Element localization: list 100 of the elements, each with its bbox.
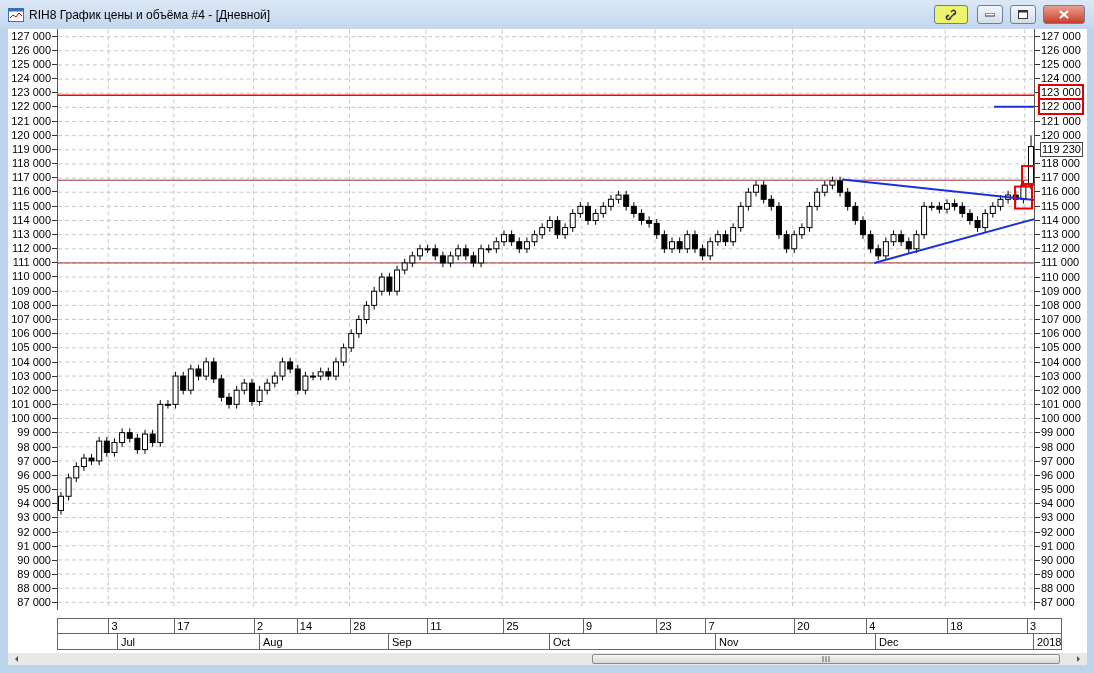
price-label: 124 000: [10, 72, 52, 86]
month-label: Jul: [117, 634, 136, 649]
price-label: 91 000: [1040, 539, 1076, 553]
price-label: 111 000: [1040, 256, 1081, 270]
day-label: 14: [299, 619, 313, 633]
price-label: 92 000: [1040, 525, 1076, 539]
month-label: Nov: [715, 634, 739, 649]
price-label: 117 000: [11, 171, 52, 185]
price-label: 126 000: [10, 43, 52, 57]
price-label: 102 000: [10, 383, 52, 397]
price-label: 103 000: [1040, 369, 1082, 383]
price-label: 117 000: [1040, 171, 1081, 185]
price-label: 96 000: [16, 468, 52, 482]
price-label: 98 000: [16, 440, 52, 454]
price-label: 113 000: [1040, 228, 1081, 241]
price-label: 126 000: [1040, 43, 1082, 57]
price-label: 99 000: [1040, 426, 1076, 440]
price-label: 123 000: [10, 86, 52, 100]
price-label: 93 000: [1040, 511, 1076, 525]
day-label: 17: [177, 619, 190, 633]
price-label: 92 000: [16, 525, 52, 539]
price-label: 89 000: [1040, 568, 1076, 582]
price-label: 95 000: [1040, 483, 1076, 497]
price-label: 120 000: [1040, 128, 1082, 142]
price-label: 120 000: [10, 128, 52, 142]
price-label: 115 000: [11, 199, 52, 213]
price-label: 121 000: [10, 114, 52, 128]
day-label: 2: [256, 619, 264, 633]
price-label: 110 000: [11, 270, 52, 284]
price-label: 100 000: [1040, 412, 1082, 426]
day-label: 3: [111, 619, 118, 633]
price-label: 122 000: [10, 100, 52, 114]
day-label: 11: [430, 619, 442, 633]
price-label: 116 000: [1040, 185, 1081, 199]
month-label: Aug: [259, 634, 283, 649]
price-label: 104 000: [1040, 355, 1082, 369]
price-label: 90 000: [1040, 553, 1076, 567]
price-label: 107 000: [1040, 313, 1082, 326]
month-label: Dec: [875, 634, 899, 649]
price-label: 89 000: [16, 568, 52, 582]
price-label: 125 000: [1040, 57, 1082, 71]
price-label: 104 000: [10, 355, 52, 369]
price-label: 124 000: [1040, 72, 1082, 86]
price-label: 108 000: [1040, 298, 1082, 312]
price-label: 114 000: [1040, 213, 1081, 227]
price-label: 109 000: [1040, 284, 1082, 298]
price-label: 116 000: [11, 185, 52, 199]
price-label: 96 000: [1040, 468, 1076, 482]
price-label: 118 000: [11, 157, 52, 171]
price-label: 93 000: [16, 511, 52, 525]
price-label: 110 000: [1040, 270, 1081, 284]
day-label: 18: [950, 619, 963, 633]
day-label: 7: [708, 619, 715, 633]
month-label: 2018: [1033, 634, 1062, 649]
price-label: 103 000: [10, 369, 52, 383]
day-label: 4: [869, 619, 876, 633]
last-price-label: 119 230: [1040, 141, 1083, 157]
price-label: 127 000: [1040, 29, 1082, 43]
price-label: 90 000: [16, 553, 52, 567]
price-label: 87 000: [16, 596, 52, 610]
day-label: 3: [1029, 619, 1037, 633]
price-label: 106 000: [10, 327, 52, 341]
price-label: 118 000: [1040, 157, 1081, 171]
price-label: 109 000: [10, 284, 52, 298]
price-label: 98 000: [1040, 440, 1076, 454]
price-label: 97 000: [1040, 454, 1076, 468]
price-label: 97 000: [16, 454, 52, 468]
day-label: 28: [353, 619, 366, 633]
price-label: 105 000: [1040, 341, 1082, 355]
price-label: 88 000: [16, 582, 52, 596]
price-label: 111 000: [11, 256, 52, 270]
window-title: RIH8 График цены и объёма #4 - [Дневной]: [29, 7, 272, 22]
price-label: 94 000: [1040, 497, 1076, 511]
price-label: 94 000: [16, 497, 52, 511]
day-label: 9: [586, 619, 593, 633]
price-label: 102 000: [1040, 383, 1082, 397]
price-label: 100 000: [10, 412, 52, 426]
price-label: 127 000: [10, 29, 52, 43]
price-label: 88 000: [1040, 582, 1076, 596]
price-label: 115 000: [1040, 199, 1081, 213]
price-label: 112 000: [11, 242, 52, 256]
price-label: 119 000: [11, 142, 52, 156]
price-label: 95 000: [16, 483, 52, 497]
day-label: 23: [659, 619, 672, 633]
price-label: 113 000: [11, 227, 52, 241]
price-label: 121 000: [1040, 114, 1082, 128]
price-label: 101 000: [10, 398, 52, 411]
price-label: 87 000: [1040, 596, 1076, 610]
price-label: 106 000: [1040, 327, 1082, 341]
month-label: Sep: [388, 634, 412, 649]
day-label: 20: [797, 619, 810, 633]
day-label: 25: [506, 619, 519, 633]
price-label: 114 000: [11, 213, 52, 227]
month-label: Oct: [549, 634, 571, 649]
price-label: 108 000: [10, 298, 52, 312]
price-label: 91 000: [16, 539, 52, 553]
price-label: 101 000: [1040, 398, 1082, 412]
price-label: 105 000: [10, 341, 52, 355]
price-label: 107 000: [10, 313, 52, 326]
price-label: 99 000: [16, 426, 52, 440]
